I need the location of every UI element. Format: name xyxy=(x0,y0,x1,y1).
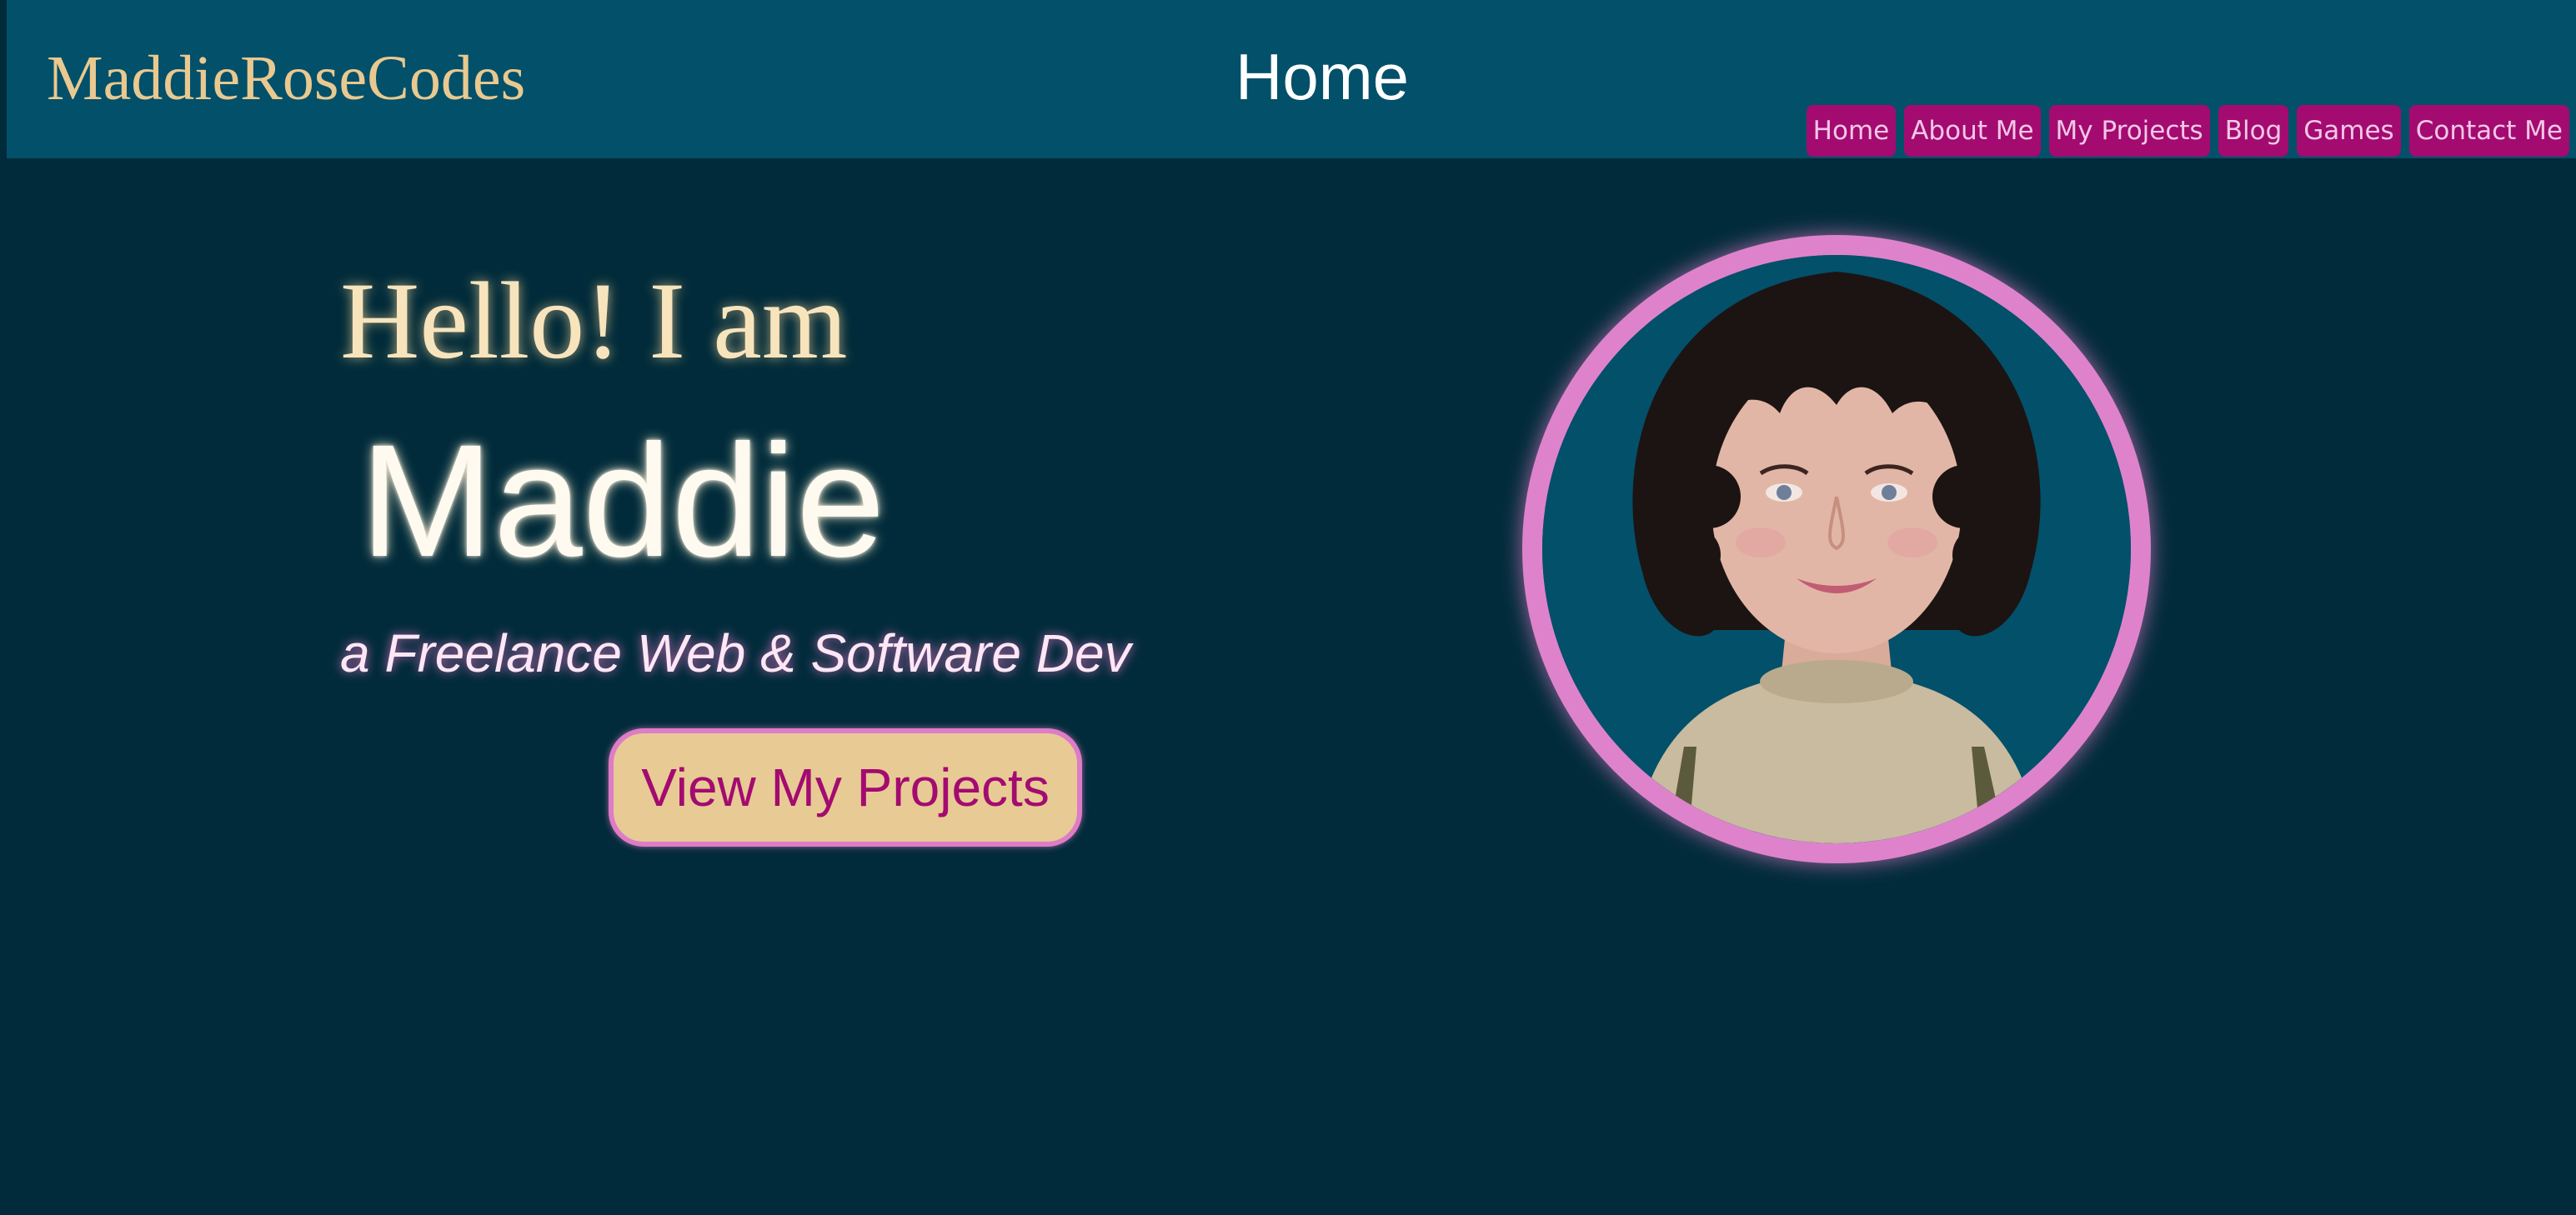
site-brand[interactable]: MaddieRoseCodes xyxy=(47,38,525,118)
nav-item-contact-me[interactable]: Contact Me xyxy=(2408,105,2569,157)
hero-tagline: a Freelance Web & Software Dev xyxy=(340,623,1131,683)
profile-photo-illustration xyxy=(1542,255,2131,843)
site-header: MaddieRoseCodes Home Home About Me My Pr… xyxy=(7,0,2576,158)
nav-item-about-me[interactable]: About Me xyxy=(1904,105,2041,157)
profile-photo xyxy=(1522,235,2151,863)
nav-item-blog[interactable]: Blog xyxy=(2218,105,2289,157)
nav-item-games[interactable]: Games xyxy=(2297,105,2401,157)
nav-item-my-projects[interactable]: My Projects xyxy=(2048,105,2210,157)
main-nav: Home About Me My Projects Blog Games Con… xyxy=(1806,105,2569,157)
hero-name: Maddie xyxy=(360,411,885,590)
hero-greeting: Hello! I am xyxy=(340,259,848,382)
view-projects-button[interactable]: View My Projects xyxy=(609,728,1082,847)
nav-item-home[interactable]: Home xyxy=(1806,105,1897,157)
page-title: Home xyxy=(1235,40,1410,113)
